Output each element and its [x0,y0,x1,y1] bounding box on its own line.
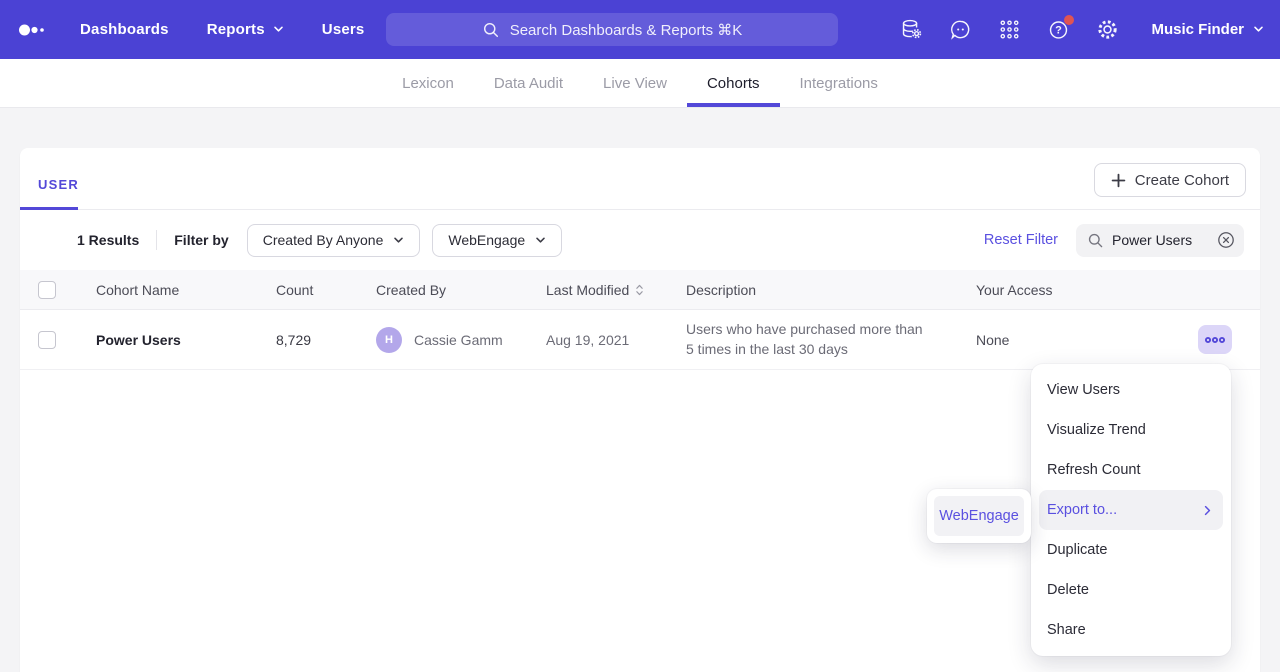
column-header-label: Last Modified [546,282,629,298]
nav-item-dashboards[interactable]: Dashboards [80,21,169,38]
nav-item-label: Users [322,21,365,38]
created-by-name: Cassie Gamm [414,332,503,348]
global-search-bar[interactable]: Search Dashboards & Reports ⌘K [386,13,838,46]
your-access-value: None [956,332,1180,348]
nav-item-users[interactable]: Users [322,21,365,38]
menu-item-label: Export to... [1047,502,1117,518]
row-more-actions-button[interactable] [1198,325,1232,354]
project-name: Music Finder [1151,21,1244,38]
table-row[interactable]: Power Users 8,729 H Cassie Gamm Aug 19, … [20,310,1260,370]
plus-icon [1111,173,1126,188]
submenu-item-webengage[interactable]: WebEngage [934,496,1024,536]
circle-x-icon [1217,231,1235,249]
menu-item-duplicate[interactable]: Duplicate [1031,530,1231,570]
menu-item-share[interactable]: Share [1031,610,1231,650]
cohort-count: 8,729 [256,332,356,348]
export-to-submenu: WebEngage [927,489,1031,543]
panel-tabstrip: USER Create Cohort [20,148,1260,210]
menu-item-refresh-count[interactable]: Refresh Count [1031,450,1231,490]
cohort-name[interactable]: Power Users [76,332,256,348]
filter-by-label: Filter by [174,232,228,248]
column-header-count[interactable]: Count [256,282,356,298]
tab-label: Live View [603,75,667,92]
user-tab-underline [20,207,78,210]
menu-item-delete[interactable]: Delete [1031,570,1231,610]
menu-item-visualize-trend[interactable]: Visualize Trend [1031,410,1231,450]
row-actions-cell [1180,325,1260,354]
tab-label: Cohorts [707,75,760,92]
row-checkbox-cell [20,331,76,349]
sort-icon [635,283,644,297]
chevron-down-icon [1253,26,1264,33]
integration-filter-dropdown[interactable]: WebEngage [432,224,562,257]
apps-grid-icon[interactable] [998,18,1021,41]
tab-live-view[interactable]: Live View [583,59,687,107]
cohort-search-input[interactable] [1112,232,1204,248]
select-all-checkbox[interactable] [38,281,56,299]
chevron-right-icon [1204,505,1211,516]
column-header-your-access[interactable]: Your Access [956,282,1180,298]
nav-item-label: Reports [207,21,265,38]
tab-integrations[interactable]: Integrations [780,59,898,107]
create-cohort-button[interactable]: Create Cohort [1094,163,1246,197]
column-header-created-by[interactable]: Created By [356,282,526,298]
dots-logo-icon [18,22,48,38]
active-tab-underline [687,103,780,107]
tab-lexicon[interactable]: Lexicon [382,59,474,107]
tab-label: Data Audit [494,75,563,92]
nav-item-label: Dashboards [80,21,169,38]
tab-cohorts[interactable]: Cohorts [687,59,780,107]
menu-item-export-to[interactable]: Export to... [1039,490,1223,530]
tab-label: Integrations [800,75,878,92]
svg-text:?: ? [1056,25,1063,37]
project-switcher[interactable]: Music Finder [1151,21,1264,38]
data-management-icon[interactable] [900,18,923,41]
menu-item-view-users[interactable]: View Users [1031,370,1231,410]
clear-search-button[interactable] [1217,231,1235,249]
row-checkbox[interactable] [38,331,56,349]
settings-gear-icon[interactable] [1096,18,1119,41]
chevron-down-icon [393,237,404,244]
row-actions-menu: View Users Visualize Trend Refresh Count… [1031,364,1231,656]
column-header-cohort-name[interactable]: Cohort Name [76,282,256,298]
last-modified: Aug 19, 2021 [526,332,666,348]
column-header-description[interactable]: Description [666,282,956,298]
created-by-value: Created By Anyone [263,232,384,248]
integration-filter-value: WebEngage [448,232,525,248]
tab-user-cohorts[interactable]: USER [38,177,79,192]
nav-item-reports[interactable]: Reports [207,21,284,38]
filter-bar: 1 Results Filter by Created By Anyone We… [20,210,1260,270]
search-icon [1087,232,1104,249]
mixpanel-logo[interactable] [18,22,48,38]
column-header-last-modified[interactable]: Last Modified [526,282,666,298]
help-icon[interactable]: ? [1047,18,1070,41]
cohort-description: Users who have purchased more than 5 tim… [666,320,956,359]
reset-filter-link[interactable]: Reset Filter [984,232,1058,248]
results-count: 1 Results [77,232,139,248]
chevron-down-icon [535,237,546,244]
top-navbar: Dashboards Reports Users Search Dashboar… [0,0,1280,59]
avatar: H [376,327,402,353]
header-checkbox-cell [20,281,76,299]
created-by-cell: H Cassie Gamm [356,327,526,353]
primary-nav: Dashboards Reports Users [80,21,364,38]
search-icon [482,21,500,39]
create-cohort-label: Create Cohort [1135,172,1229,189]
tab-label: Lexicon [402,75,454,92]
created-by-dropdown[interactable]: Created By Anyone [247,224,421,257]
divider [156,230,157,250]
cohort-search-box[interactable] [1076,224,1244,257]
global-search-placeholder: Search Dashboards & Reports ⌘K [510,21,743,39]
chevron-down-icon [273,26,284,33]
navbar-right-cluster: ? Music Finder [900,0,1264,59]
tab-data-audit[interactable]: Data Audit [474,59,583,107]
three-dots-icon [1204,335,1226,345]
notification-dot [1064,15,1074,25]
tab-label: USER [38,177,79,192]
table-header-row: Cohort Name Count Created By Last Modifi… [20,270,1260,310]
secondary-nav: Lexicon Data Audit Live View Cohorts Int… [0,59,1280,108]
messages-icon[interactable] [949,18,972,41]
